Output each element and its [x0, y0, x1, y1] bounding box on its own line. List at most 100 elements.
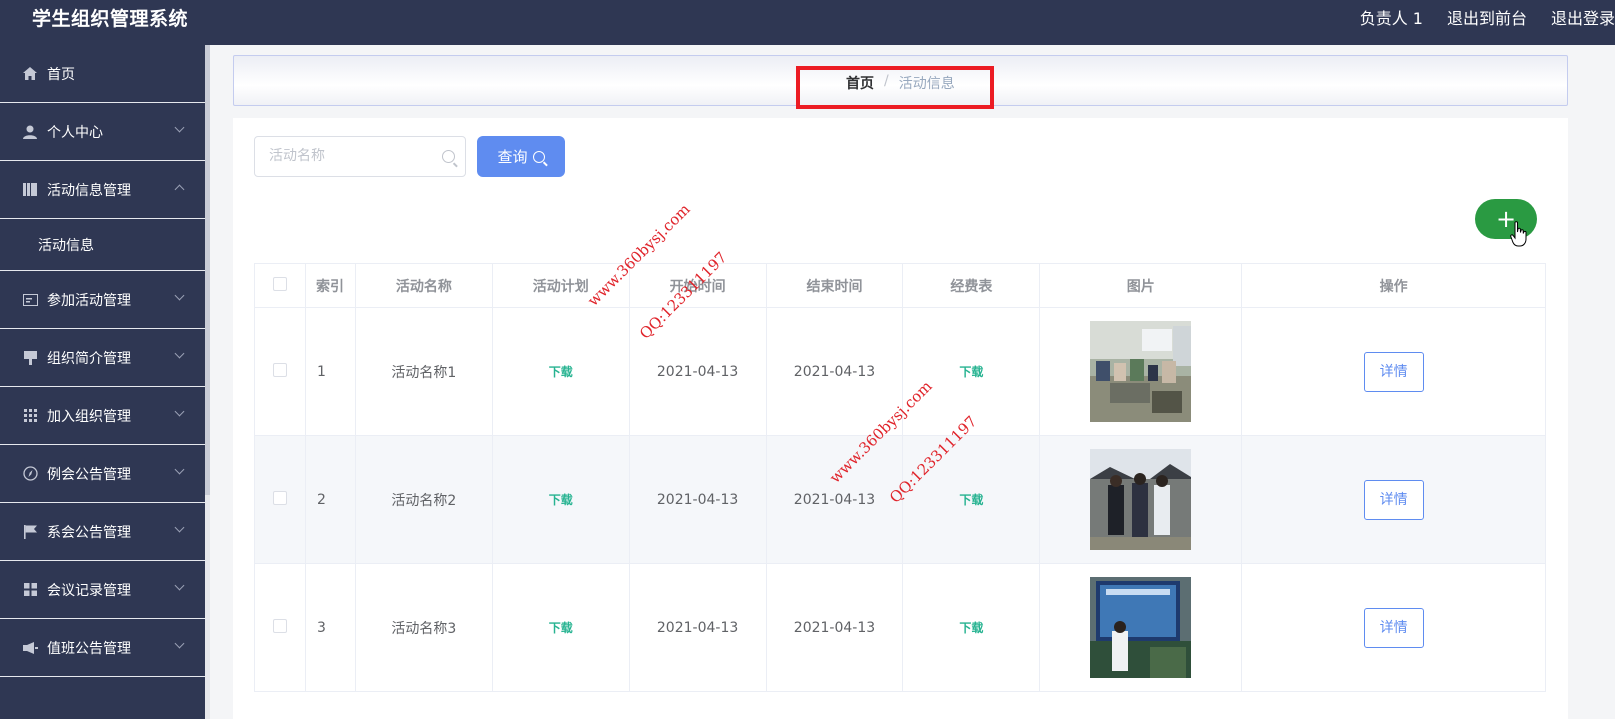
sidebar-item-label: 组织简介管理 — [47, 350, 131, 367]
compass-icon — [22, 466, 38, 482]
user-icon — [22, 124, 38, 140]
flag-icon — [22, 524, 38, 540]
row-checkbox[interactable] — [272, 618, 287, 633]
budget-download-link[interactable]: 下载 — [959, 365, 983, 379]
sidebar-item-home[interactable]: 首页 — [0, 45, 205, 103]
budget-download-link[interactable]: 下载 — [959, 493, 983, 507]
sidebar-item-dept-notice-management[interactable]: 系会公告管理 — [0, 503, 205, 561]
activity-photo-classroom — [1090, 321, 1192, 422]
sidebar-item-org-intro-management[interactable]: 组织简介管理 — [0, 329, 205, 387]
book-icon — [22, 182, 38, 198]
sidebar-item-duty-notice-management[interactable]: 值班公告管理 — [0, 619, 205, 677]
grid-icon — [22, 408, 38, 424]
column-header-name: 活动名称 — [354, 263, 493, 308]
sidebar-item-label: 加入组织管理 — [47, 408, 131, 425]
row-activity-name: 活动名称2 — [354, 435, 493, 564]
detail-button[interactable]: 详情 — [1363, 351, 1424, 392]
row-start-time: 2021-04-13 — [628, 307, 767, 436]
sidebar-subitem-activity-info[interactable]: 活动信息 — [0, 219, 205, 271]
hand-cursor-icon — [1510, 221, 1527, 247]
annotation-highlight-box — [796, 66, 994, 109]
row-actions-cell: 详情 — [1241, 563, 1546, 692]
sidebar-item-activity-management[interactable]: 活动信息管理 — [0, 161, 205, 219]
column-header-end: 结束时间 — [765, 263, 904, 308]
row-end-time: 2021-04-13 — [765, 435, 904, 564]
sidebar-item-label: 参加活动管理 — [47, 292, 131, 309]
id-card-icon — [22, 292, 38, 308]
chevron-down-icon — [174, 638, 185, 649]
stamp-icon — [22, 350, 38, 366]
search-icon — [532, 150, 545, 163]
row-image-cell — [1039, 435, 1243, 564]
row-plan-cell: 下载 — [491, 563, 630, 692]
sidebar-subitem-label: 活动信息 — [38, 237, 94, 254]
home-icon — [22, 66, 38, 82]
row-start-time: 2021-04-13 — [628, 563, 767, 692]
sidebar-item-label: 值班公告管理 — [47, 640, 131, 657]
column-header-budget: 经费表 — [902, 263, 1041, 308]
row-actions-cell: 详情 — [1241, 435, 1546, 564]
detail-button[interactable]: 详情 — [1363, 607, 1424, 648]
megaphone-icon — [22, 640, 38, 656]
column-header-actions: 操作 — [1241, 263, 1546, 308]
sidebar-item-label: 例会公告管理 — [47, 466, 131, 483]
row-end-time: 2021-04-13 — [765, 563, 904, 692]
row-checkbox-cell — [254, 307, 306, 436]
budget-download-link[interactable]: 下载 — [959, 621, 983, 635]
row-plan-cell: 下载 — [491, 435, 630, 564]
chevron-down-icon — [174, 522, 185, 533]
row-plan-cell: 下载 — [491, 307, 630, 436]
row-activity-name: 活动名称1 — [354, 307, 493, 436]
sidebar-item-join-activity-management[interactable]: 参加活动管理 — [0, 271, 205, 329]
exit-to-front-link[interactable]: 退出到前台 — [1447, 5, 1527, 29]
activity-name-search-field[interactable] — [254, 136, 466, 177]
row-actions-cell: 详情 — [1241, 307, 1546, 436]
chevron-down-icon — [174, 348, 185, 359]
table-row: 2 活动名称2 下载 2021-04-13 2021-04-13 下载 详情 — [254, 435, 1546, 564]
detail-button[interactable]: 详情 — [1363, 479, 1424, 520]
plan-download-link[interactable]: 下载 — [549, 621, 573, 635]
sidebar-item-meeting-notice-management[interactable]: 例会公告管理 — [0, 445, 205, 503]
sidebar-item-label: 首页 — [47, 66, 75, 83]
sidebar-item-join-org-management[interactable]: 加入组织管理 — [0, 387, 205, 445]
row-index: 3 — [304, 563, 356, 692]
sidebar-item-personal-center[interactable]: 个人中心 — [0, 103, 205, 161]
row-index: 1 — [304, 307, 356, 436]
row-checkbox[interactable] — [272, 362, 287, 377]
row-image-cell — [1039, 307, 1243, 436]
column-header-start: 开始时间 — [628, 263, 767, 308]
logout-link[interactable]: 退出登录 — [1551, 5, 1615, 29]
sidebar-item-minutes-management[interactable]: 会议记录管理 — [0, 561, 205, 619]
row-end-time: 2021-04-13 — [765, 307, 904, 436]
select-all-checkbox[interactable] — [272, 276, 287, 291]
sidebar-item-label: 个人中心 — [47, 124, 103, 141]
row-index: 2 — [304, 435, 356, 564]
select-all-checkbox-cell — [254, 263, 306, 308]
sidebar-item-label: 会议记录管理 — [47, 582, 131, 599]
sidebar-scrollbar-thumb[interactable] — [205, 45, 210, 495]
row-budget-cell: 下载 — [902, 435, 1041, 564]
activity-table: 索引 活动名称 活动计划 开始时间 结束时间 经费表 图片 操作 1 活动名称1… — [254, 263, 1546, 692]
query-button[interactable]: 查询 — [477, 136, 565, 177]
table-header-row: 索引 活动名称 活动计划 开始时间 结束时间 经费表 图片 操作 — [254, 263, 1546, 308]
top-header: 学生组织管理系统 负责人 1 退出到前台 退出登录 — [0, 0, 1615, 45]
sidebar: 首页 个人中心 活动信息管理 活动信息 参加活动管理 组织简介管理 加入组织管理… — [0, 45, 205, 719]
search-icon — [442, 150, 455, 163]
sidebar-item-label: 活动信息管理 — [47, 182, 131, 199]
plan-download-link[interactable]: 下载 — [549, 365, 573, 379]
chevron-down-icon — [174, 290, 185, 301]
activity-photo-group — [1090, 449, 1192, 550]
row-budget-cell: 下载 — [902, 563, 1041, 692]
chevron-down-icon — [174, 464, 185, 475]
current-user[interactable]: 负责人 1 — [1360, 5, 1423, 29]
row-budget-cell: 下载 — [902, 307, 1041, 436]
sidebar-item-label: 系会公告管理 — [47, 524, 131, 541]
app-title: 学生组织管理系统 — [32, 8, 189, 30]
table-row: 1 活动名称1 下载 2021-04-13 2021-04-13 下载 详情 — [254, 307, 1546, 436]
row-checkbox[interactable] — [272, 490, 287, 505]
chevron-down-icon — [174, 406, 185, 417]
plan-download-link[interactable]: 下载 — [549, 493, 573, 507]
column-header-image: 图片 — [1039, 263, 1243, 308]
search-input[interactable] — [269, 137, 439, 175]
header-actions: 负责人 1 退出到前台 退出登录 — [1360, 5, 1615, 29]
